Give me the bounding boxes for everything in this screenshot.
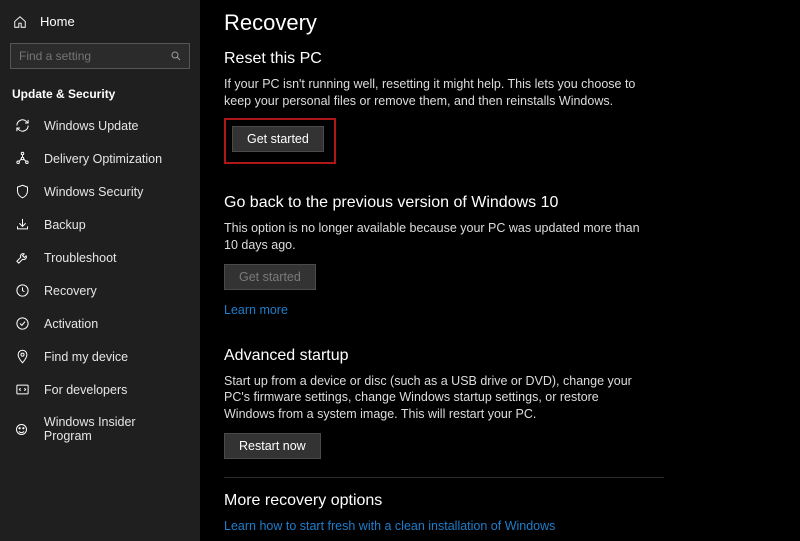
sidebar-item-label: Find my device bbox=[44, 350, 128, 364]
sidebar-item-recovery[interactable]: Recovery bbox=[0, 274, 200, 307]
sidebar-item-label: Backup bbox=[44, 218, 86, 232]
delivery-icon bbox=[14, 151, 30, 166]
sidebar-item-for-developers[interactable]: For developers bbox=[0, 373, 200, 406]
advanced-title: Advanced startup bbox=[224, 347, 776, 365]
search-box[interactable] bbox=[10, 43, 190, 69]
sidebar-item-troubleshoot[interactable]: Troubleshoot bbox=[0, 241, 200, 274]
page-title: Recovery bbox=[224, 10, 776, 36]
shield-icon bbox=[14, 184, 30, 199]
reset-text: If your PC isn't running well, resetting… bbox=[224, 76, 644, 110]
activation-icon bbox=[14, 316, 30, 331]
insider-icon bbox=[14, 422, 30, 437]
sidebar-item-label: For developers bbox=[44, 383, 127, 397]
sidebar-item-backup[interactable]: Backup bbox=[0, 208, 200, 241]
fresh-install-link[interactable]: Learn how to start fresh with a clean in… bbox=[224, 519, 555, 533]
goback-text: This option is no longer available becau… bbox=[224, 220, 644, 254]
sidebar-item-label: Troubleshoot bbox=[44, 251, 117, 265]
goback-title: Go back to the previous version of Windo… bbox=[224, 194, 776, 212]
sidebar-item-label: Windows Insider Program bbox=[44, 415, 186, 443]
search-icon bbox=[170, 50, 182, 62]
search-input[interactable] bbox=[10, 43, 190, 69]
refresh-icon bbox=[14, 118, 30, 133]
restart-now-button[interactable]: Restart now bbox=[224, 433, 321, 459]
advanced-text: Start up from a device or disc (such as … bbox=[224, 373, 644, 424]
sidebar: Home Update & Security Windows Update De… bbox=[0, 0, 200, 541]
sidebar-item-label: Activation bbox=[44, 317, 98, 331]
recovery-icon bbox=[14, 283, 30, 298]
divider bbox=[224, 477, 664, 478]
more-options-title: More recovery options bbox=[224, 492, 776, 510]
reset-title: Reset this PC bbox=[224, 50, 776, 68]
sidebar-item-windows-update[interactable]: Windows Update bbox=[0, 109, 200, 142]
sidebar-item-windows-security[interactable]: Windows Security bbox=[0, 175, 200, 208]
sidebar-item-insider-program[interactable]: Windows Insider Program bbox=[0, 406, 200, 452]
backup-icon bbox=[14, 217, 30, 232]
category-header: Update & Security bbox=[0, 77, 200, 109]
wrench-icon bbox=[14, 250, 30, 265]
sidebar-item-activation[interactable]: Activation bbox=[0, 307, 200, 340]
sidebar-item-label: Windows Security bbox=[44, 185, 143, 199]
content-area: Recovery Reset this PC If your PC isn't … bbox=[200, 0, 800, 541]
reset-highlight-box: Get started bbox=[224, 118, 336, 164]
sidebar-item-label: Windows Update bbox=[44, 119, 139, 133]
goback-learn-more-link[interactable]: Learn more bbox=[224, 303, 288, 317]
sidebar-item-label: Delivery Optimization bbox=[44, 152, 162, 166]
location-icon bbox=[14, 349, 30, 364]
sidebar-item-find-my-device[interactable]: Find my device bbox=[0, 340, 200, 373]
home-icon bbox=[12, 15, 28, 29]
developers-icon bbox=[14, 382, 30, 397]
reset-get-started-button[interactable]: Get started bbox=[232, 126, 324, 152]
home-label: Home bbox=[40, 14, 75, 29]
home-button[interactable]: Home bbox=[0, 8, 200, 35]
sidebar-item-label: Recovery bbox=[44, 284, 97, 298]
sidebar-item-delivery-optimization[interactable]: Delivery Optimization bbox=[0, 142, 200, 175]
goback-get-started-button: Get started bbox=[224, 264, 316, 290]
